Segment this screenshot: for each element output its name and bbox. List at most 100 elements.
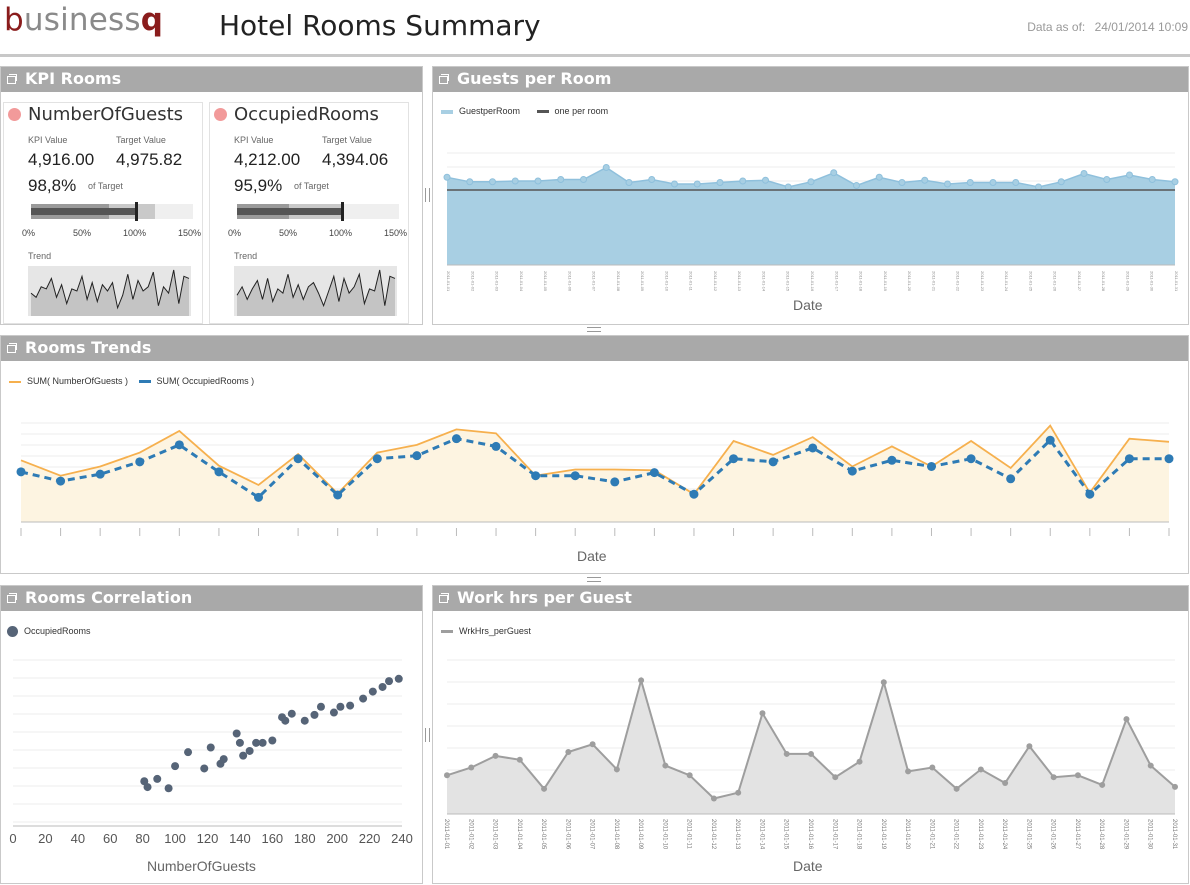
guests-point — [693, 180, 701, 188]
data-as-of-value: 24/01/2014 10:09 — [1094, 20, 1188, 34]
work-point — [759, 710, 766, 717]
scatter-point — [329, 708, 338, 717]
x-tick-label: 2011-01-30 — [1150, 271, 1155, 292]
work-point — [832, 774, 839, 781]
kpi-value-label: KPI Value — [234, 135, 274, 145]
work-hrs-chart[interactable]: 2011-01-01 2011-01-02 2011-01-03 2011-01-04… — [433, 644, 1188, 859]
panel-pin-icon[interactable] — [438, 74, 449, 84]
horizontal-splitter-handle[interactable] — [587, 327, 601, 332]
work-point — [444, 772, 450, 779]
x-tick-label: 2011-01-13 — [737, 271, 742, 292]
scatter-point — [316, 702, 325, 711]
rooms-point — [1124, 454, 1134, 464]
x-tick-mark — [99, 528, 101, 536]
scatter-point — [378, 682, 387, 691]
work-point — [905, 768, 912, 775]
x-tick-label: 2011-01-27 — [1077, 271, 1082, 292]
kpi-target-label: Target Value — [322, 135, 372, 145]
logo-letter-q: q — [140, 2, 164, 38]
x-tick-mark — [614, 528, 616, 536]
x-tick-mark — [1128, 528, 1130, 536]
kpi-value-label: KPI Value — [28, 135, 68, 145]
x-tick-label: 100 — [164, 831, 186, 846]
panel-title: Rooms Correlation — [25, 588, 193, 607]
kpi-card-guests[interactable]: NumberOfGuests KPI Value Target Value 4,… — [3, 102, 203, 324]
bullet-axis-100: 100% — [329, 228, 353, 238]
x-tick-label: 0 — [9, 831, 16, 846]
x-tick-label: 140 — [229, 831, 251, 846]
rooms-point — [1045, 435, 1055, 445]
work-point — [880, 679, 887, 686]
rooms-point — [966, 454, 976, 464]
guests-point — [466, 178, 474, 186]
x-tick-label: 2011-01-21 — [931, 271, 936, 292]
x-tick-label: 2011-01-19 — [883, 271, 888, 292]
panel-pin-icon[interactable] — [6, 74, 17, 84]
guests-point — [1126, 171, 1133, 179]
data-as-of: Data as of: 24/01/2014 10:09 — [1027, 20, 1188, 34]
rooms-point — [1085, 489, 1095, 499]
vertical-splitter-handle[interactable] — [425, 188, 430, 202]
guests-per-room-header: Guests per Room — [433, 67, 1188, 92]
rooms-point — [412, 451, 422, 461]
scatter-point — [258, 738, 267, 747]
kpi-name: OccupiedRooms — [234, 104, 379, 125]
x-tick-label: 2011-01-08 — [613, 819, 619, 850]
rooms-point — [333, 490, 343, 500]
rooms-point — [729, 454, 739, 464]
scatter-point — [143, 783, 152, 792]
businessq-logo[interactable]: businessq — [4, 2, 163, 38]
scatter-point — [232, 729, 241, 738]
x-tick-mark — [891, 528, 893, 536]
vertical-splitter-handle[interactable] — [425, 728, 430, 742]
bullet-axis-0: 0% — [228, 228, 242, 238]
legend-label: SUM( OccupiedRooms ) — [156, 376, 255, 386]
x-tick-label: 2011-01-16 — [807, 819, 813, 850]
panel-pin-icon[interactable] — [6, 593, 17, 603]
x-tick-label: 2011-01-24 — [1001, 819, 1007, 850]
scatter-point — [287, 709, 296, 718]
guests-per-room-chart[interactable]: 2011-01-01 2011-01-02 2011-01-03 2011-01-04… — [433, 125, 1188, 307]
x-tick-label: 2011-01-31 — [1171, 819, 1177, 850]
x-tick-label: 20 — [38, 831, 52, 846]
guests-per-room-panel: Guests per Room GuestperRoom one per roo… — [432, 66, 1189, 325]
x-tick-label: 2011-01-11 — [686, 819, 692, 849]
panel-pin-icon[interactable] — [438, 593, 449, 603]
scatter-point — [164, 784, 173, 793]
scatter-point — [346, 701, 355, 710]
x-tick-mark — [535, 528, 537, 536]
x-tick-mark — [258, 528, 260, 536]
guests-point — [762, 176, 769, 184]
work-point — [492, 752, 499, 759]
panel-pin-icon[interactable] — [6, 343, 17, 353]
x-tick-mark — [178, 528, 180, 536]
legend-label: GuestperRoom — [459, 106, 521, 116]
rooms-point — [1006, 474, 1016, 484]
x-tick-label: 2011-01-09 — [640, 271, 645, 292]
rooms-point — [610, 477, 620, 487]
kpi-status-dot-icon — [214, 108, 227, 121]
rooms-point — [16, 467, 26, 477]
scatter-point — [235, 738, 244, 747]
work-point — [1050, 774, 1057, 781]
x-tick-label: 2011-01-09 — [637, 819, 643, 850]
guests-point — [944, 180, 951, 188]
kpi-card-rooms[interactable]: OccupiedRooms KPI Value Target Value 4,2… — [209, 102, 409, 324]
guests-point — [625, 179, 633, 186]
guests-point — [602, 164, 610, 171]
x-tick-label: 2011-01-21 — [928, 819, 934, 850]
x-tick-mark — [574, 528, 576, 536]
scatter-point — [153, 774, 162, 783]
x-tick-label: 2011-01-23 — [977, 819, 983, 850]
x-tick-label: 2011-01-26 — [1050, 819, 1056, 850]
rooms-point — [135, 457, 145, 467]
rooms-point — [531, 471, 541, 481]
rooms-trends-chart[interactable] — [1, 394, 1188, 549]
x-tick-mark — [693, 528, 695, 536]
rooms-correlation-chart[interactable]: 0 20 40 60 80 100 120 140 160 180 200 220 240 — [1, 644, 422, 859]
guests-point — [489, 178, 496, 186]
guests-point — [739, 177, 747, 185]
work-point — [1147, 762, 1154, 769]
horizontal-splitter-handle[interactable] — [587, 577, 601, 582]
x-tick-mark — [930, 528, 932, 536]
